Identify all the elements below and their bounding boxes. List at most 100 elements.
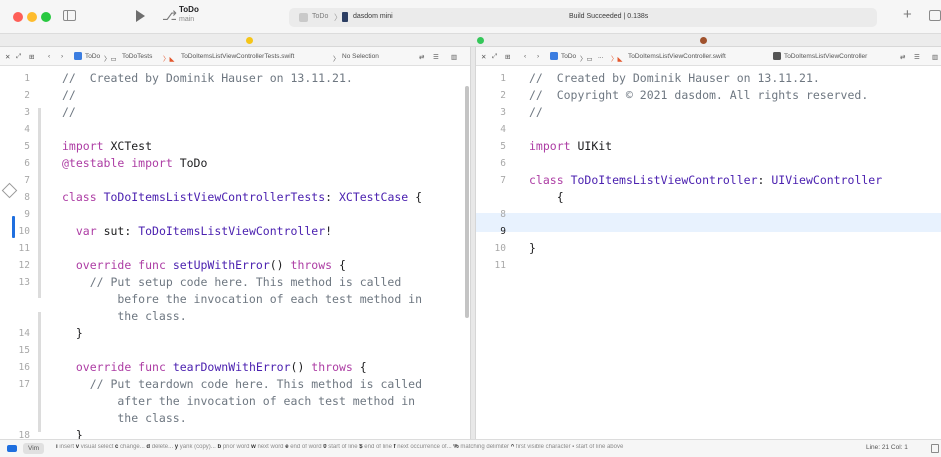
code-line[interactable]: import UIKit bbox=[529, 138, 612, 155]
cursor-position: Line: 21 Col: 1 bbox=[866, 444, 908, 451]
close-editor-icon[interactable]: ✕ bbox=[5, 53, 10, 61]
code-line[interactable]: override func setUpWithError() throws { bbox=[62, 257, 346, 274]
code-line[interactable]: // bbox=[529, 104, 543, 121]
line-number: 5 bbox=[24, 141, 30, 152]
add-editor-icon[interactable]: ▥ bbox=[451, 53, 457, 61]
debug-area-toggle-icon[interactable] bbox=[7, 445, 17, 452]
sidebar-toggle-icon[interactable] bbox=[63, 10, 76, 21]
code-line[interactable]: the class. bbox=[62, 410, 186, 427]
app-icon bbox=[299, 13, 308, 22]
code-line[interactable]: before the invocation of each test metho… bbox=[62, 291, 422, 308]
expand-icon[interactable]: ⤢ bbox=[492, 53, 497, 61]
line-number: 4 bbox=[24, 124, 30, 135]
code-line[interactable]: after the invocation of each test method… bbox=[62, 393, 415, 410]
branch-icon: ⎇ bbox=[162, 8, 177, 23]
code-line[interactable]: } bbox=[62, 427, 83, 439]
vim-command-hints: i insert v visual select c change... d d… bbox=[56, 444, 624, 450]
line-number: 17 bbox=[18, 379, 30, 390]
current-line-highlight bbox=[476, 213, 941, 232]
swift-file-icon: 〉◣ bbox=[163, 56, 175, 63]
line-number: 5 bbox=[500, 141, 506, 152]
vertical-scrollbar[interactable] bbox=[465, 86, 469, 318]
scheme-name[interactable]: ToDo bbox=[179, 5, 199, 14]
tab-status-dot[interactable] bbox=[246, 37, 253, 44]
jumpbar-file[interactable]: ToDoItemsListViewControllerTests.swift bbox=[181, 53, 294, 60]
tab-status-dot[interactable] bbox=[477, 37, 484, 44]
line-number: 8 bbox=[500, 209, 506, 220]
code-line[interactable]: // bbox=[62, 87, 76, 104]
back-icon[interactable]: ‹ bbox=[48, 53, 50, 60]
code-line[interactable]: import XCTest bbox=[62, 138, 152, 155]
project-icon bbox=[550, 52, 558, 60]
jumpbar-symbol[interactable]: No Selection bbox=[342, 53, 379, 60]
expand-icon[interactable]: ⤢ bbox=[16, 53, 21, 61]
code-line[interactable]: // Created by Dominik Hauser on 13.11.21… bbox=[529, 70, 820, 87]
scheme-branch: main bbox=[179, 16, 195, 23]
back-icon[interactable]: ‹ bbox=[524, 53, 526, 60]
code-line[interactable]: // bbox=[62, 104, 76, 121]
related-items-icon[interactable]: ⊞ bbox=[29, 53, 34, 61]
code-line[interactable]: } bbox=[62, 325, 83, 342]
jumpbar-symbol[interactable]: ToDoItemsListViewController bbox=[784, 53, 867, 60]
line-number: 6 bbox=[24, 158, 30, 169]
panel-toggle-icon[interactable] bbox=[931, 444, 939, 453]
device-icon bbox=[342, 12, 348, 22]
line-number: 6 bbox=[500, 158, 506, 169]
code-line[interactable]: // Created by Dominik Hauser on 13.11.21… bbox=[62, 70, 353, 87]
run-icon[interactable] bbox=[136, 10, 145, 22]
source-control-ribbon bbox=[38, 312, 41, 376]
line-number: 1 bbox=[500, 73, 506, 84]
related-items-icon[interactable]: ⊞ bbox=[505, 53, 510, 61]
jumpbar-group[interactable]: ... bbox=[598, 53, 603, 60]
destination-project[interactable]: ToDo bbox=[312, 13, 328, 20]
left-code-editor[interactable]: 1 // Created by Dominik Hauser on 13.11.2… bbox=[0, 66, 470, 439]
add-icon[interactable]: + bbox=[903, 7, 912, 23]
window-toolbar: ⎇ ToDo main ToDo 〉 dasdom mini Build Suc… bbox=[0, 0, 941, 34]
code-line[interactable]: // Put setup code here. This method is c… bbox=[62, 274, 402, 291]
code-line[interactable]: @testable import ToDo bbox=[62, 155, 207, 172]
code-line[interactable]: { bbox=[529, 189, 564, 206]
code-line[interactable]: the class. bbox=[62, 308, 186, 325]
zoom-window-button[interactable] bbox=[41, 12, 51, 22]
editor-options-icon[interactable]: ☰ bbox=[433, 53, 439, 61]
inspector-toggle-icon[interactable] bbox=[929, 10, 941, 21]
build-status: Build Succeeded | 0.138s bbox=[569, 13, 649, 20]
source-control-ribbon bbox=[38, 368, 41, 432]
jumpbar-project[interactable]: ToDo bbox=[561, 53, 576, 60]
class-icon bbox=[773, 52, 781, 60]
jumpbar-file[interactable]: ToDoItemsListViewController.swift bbox=[628, 53, 726, 60]
jumpbar-project[interactable]: ToDo bbox=[85, 53, 100, 60]
refresh-icon[interactable]: ⇄ bbox=[419, 53, 424, 61]
close-editor-icon[interactable]: ✕ bbox=[481, 53, 486, 61]
code-line[interactable]: // Copyright © 2021 dasdom. All rights r… bbox=[529, 87, 868, 104]
editor-options-icon[interactable]: ☰ bbox=[914, 53, 920, 61]
code-line[interactable]: override func tearDownWithError() throws… bbox=[62, 359, 367, 376]
forward-icon[interactable]: › bbox=[61, 53, 63, 60]
line-number: 9 bbox=[24, 209, 30, 220]
jumpbar-group[interactable]: ToDoTests bbox=[122, 53, 152, 60]
destination-device[interactable]: dasdom mini bbox=[353, 13, 393, 20]
forward-icon[interactable]: › bbox=[537, 53, 539, 60]
line-number: 11 bbox=[18, 243, 30, 254]
line-number bbox=[2, 410, 30, 427]
line-number: 1 bbox=[24, 73, 30, 84]
code-line[interactable]: } bbox=[529, 240, 536, 257]
line-number bbox=[478, 189, 506, 206]
refresh-icon[interactable]: ⇄ bbox=[900, 53, 905, 61]
left-jump-bar: ✕ ⤢ ⊞ ‹ › ToDo 〉▭ ToDoTests 〉◣ ToDoItems… bbox=[0, 47, 470, 66]
code-line[interactable]: // Put teardown code here. This method i… bbox=[62, 376, 422, 393]
line-number: 2 bbox=[500, 90, 506, 101]
close-window-button[interactable] bbox=[13, 12, 23, 22]
right-code-editor[interactable]: 1 // Created by Dominik Hauser on 13.11.2… bbox=[476, 66, 941, 439]
line-number: 7 bbox=[500, 175, 506, 186]
code-line[interactable]: class ToDoItemsListViewControllerTests: … bbox=[62, 189, 422, 206]
project-icon bbox=[74, 52, 82, 60]
code-line[interactable]: class ToDoItemsListViewController: UIVie… bbox=[529, 172, 882, 189]
minimize-window-button[interactable] bbox=[27, 12, 37, 22]
status-bar: Vim i insert v visual select c change...… bbox=[0, 439, 941, 457]
tab-status-dot[interactable] bbox=[700, 37, 707, 44]
line-number: 10 bbox=[18, 226, 30, 237]
add-editor-icon[interactable]: ▥ bbox=[932, 53, 938, 61]
code-line[interactable]: var sut: ToDoItemsListViewController! bbox=[62, 223, 332, 240]
line-number: 9 bbox=[500, 226, 506, 237]
